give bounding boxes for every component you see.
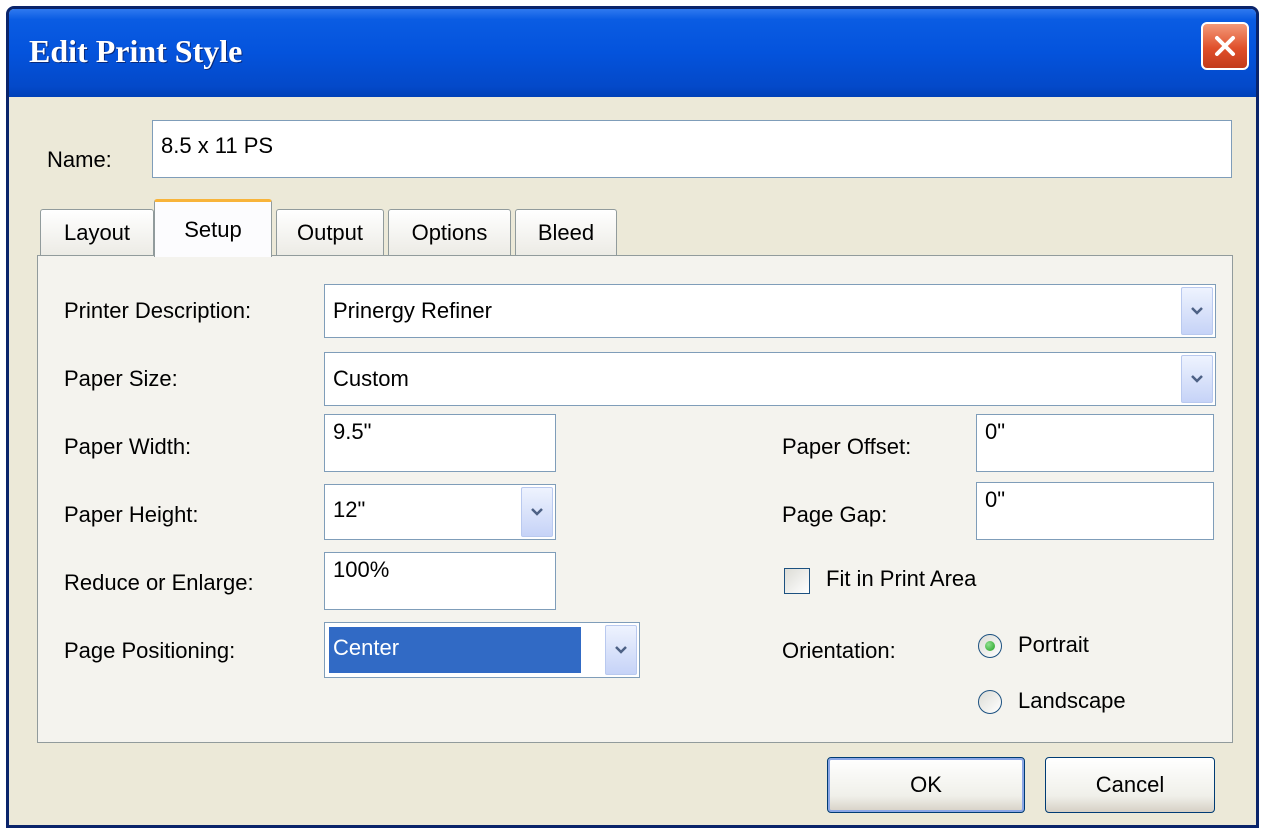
title-bar[interactable]: Edit Print Style bbox=[9, 9, 1256, 97]
landscape-label[interactable]: Landscape bbox=[1018, 688, 1126, 714]
paper-height-label: Paper Height: bbox=[64, 502, 199, 527]
printer-description-select[interactable]: Prinergy Refiner bbox=[324, 284, 1216, 338]
paper-height-value: 12" bbox=[333, 497, 366, 522]
paper-offset-label: Paper Offset: bbox=[782, 434, 912, 459]
chevron-down-icon[interactable] bbox=[1181, 355, 1213, 403]
paper-size-value: Custom bbox=[333, 366, 409, 391]
close-icon bbox=[1215, 36, 1235, 56]
paper-size-label: Paper Size: bbox=[64, 366, 178, 391]
paper-width-label: Paper Width: bbox=[64, 434, 192, 459]
setup-panel: Printer Description: Prinergy Refiner Pa… bbox=[37, 255, 1233, 743]
fit-in-print-area-checkbox[interactable] bbox=[784, 568, 810, 594]
edit-print-style-dialog: Edit Print Style Name: 8.5 x 11 PS Layou… bbox=[6, 6, 1259, 828]
fit-in-print-area-label[interactable]: Fit in Print Area bbox=[826, 566, 976, 592]
chevron-down-icon[interactable] bbox=[1181, 287, 1213, 335]
printer-description-label: Printer Description: bbox=[64, 298, 252, 323]
page-gap-input[interactable]: 0" bbox=[976, 482, 1214, 540]
tab-bleed[interactable]: Bleed bbox=[515, 209, 617, 255]
close-button[interactable] bbox=[1201, 22, 1249, 70]
name-input[interactable]: 8.5 x 11 PS bbox=[152, 120, 1232, 178]
window-title: Edit Print Style bbox=[29, 33, 243, 69]
reduce-enlarge-label: Reduce or Enlarge: bbox=[64, 570, 254, 595]
portrait-radio[interactable] bbox=[978, 634, 1002, 658]
tab-layout[interactable]: Layout bbox=[40, 209, 154, 255]
chevron-down-icon[interactable] bbox=[605, 625, 637, 675]
reduce-enlarge-input[interactable]: 100% bbox=[324, 552, 556, 610]
landscape-radio[interactable] bbox=[978, 690, 1002, 714]
page-positioning-select[interactable]: Center bbox=[324, 622, 640, 678]
cancel-button[interactable]: Cancel bbox=[1045, 757, 1215, 813]
ok-button[interactable]: OK bbox=[827, 757, 1025, 813]
name-label: Name: bbox=[47, 147, 112, 172]
paper-offset-input[interactable]: 0" bbox=[976, 414, 1214, 472]
page-gap-label: Page Gap: bbox=[782, 502, 888, 527]
page-positioning-label: Page Positioning: bbox=[64, 638, 236, 663]
paper-size-select[interactable]: Custom bbox=[324, 352, 1216, 406]
tab-output[interactable]: Output bbox=[276, 209, 384, 255]
tab-setup[interactable]: Setup bbox=[154, 199, 272, 257]
portrait-label[interactable]: Portrait bbox=[1018, 632, 1089, 658]
printer-description-value: Prinergy Refiner bbox=[333, 298, 492, 323]
paper-width-input[interactable]: 9.5" bbox=[324, 414, 556, 472]
tab-options[interactable]: Options bbox=[388, 209, 511, 255]
page-positioning-value: Center bbox=[328, 626, 582, 674]
orientation-label: Orientation: bbox=[782, 638, 896, 663]
paper-height-combo[interactable]: 12" bbox=[324, 484, 556, 540]
chevron-down-icon[interactable] bbox=[521, 487, 553, 537]
radio-selected-dot bbox=[985, 641, 995, 651]
